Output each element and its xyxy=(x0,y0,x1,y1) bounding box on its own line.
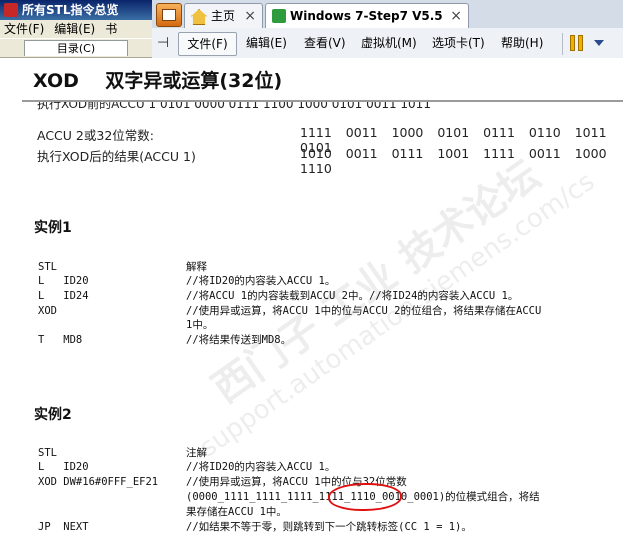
row-label: ACCU 2或32位常数: xyxy=(37,128,154,143)
help-menu-file[interactable]: 文件(F) xyxy=(4,22,44,36)
code-line: STL 解释 xyxy=(38,261,207,273)
menu-file[interactable]: 文件(F) xyxy=(178,32,237,56)
home-icon xyxy=(191,9,207,25)
code-line: L ID20//将ID20的内容装入ACCU 1。 xyxy=(38,275,336,287)
menu-help[interactable]: 帮助(H) xyxy=(501,34,543,52)
code-line: L ID24//将ACCU 1的内容装载到ACCU 2中。//将ID24的内容装… xyxy=(38,290,519,302)
code-line: XOD DW#16#0FFF_EF21//使用异或运算，将ACCU 1中的位与3… xyxy=(38,476,407,488)
accu1-before-row: 执行XOD前的ACCU 1 0101 0000 0111 1100 1000 0… xyxy=(37,102,431,111)
tab-contents[interactable]: 目录(C) xyxy=(24,40,128,56)
row-bits: 1010 0011 0111 1001 1111 0011 1000 1110 xyxy=(300,146,607,176)
menu-edit[interactable]: 编辑(E) xyxy=(246,34,287,52)
help-menu-edit[interactable]: 编辑(E) xyxy=(54,22,95,36)
help-book-icon xyxy=(4,3,18,17)
example1-heading: 实例1 xyxy=(34,220,72,236)
code-line: T MD8//将结果传送到MD8。 xyxy=(38,334,292,346)
close-icon[interactable]: × xyxy=(450,4,462,28)
toolbar-divider xyxy=(562,33,563,55)
vmware-library-icon[interactable] xyxy=(156,3,182,27)
code-line: XOD//使用异或运算，将ACCU 1中的位与ACCU 2的位组合，将结果存储在… xyxy=(38,305,542,317)
tab-home[interactable]: 主页 × xyxy=(184,3,263,28)
menu-tabs[interactable]: 选项卡(T) xyxy=(432,34,485,52)
close-icon[interactable]: × xyxy=(244,4,256,28)
code-line: 果存储在ACCU 1中。 xyxy=(186,506,287,518)
help-tab-strip: 目录(C) xyxy=(0,38,152,58)
pause-icon[interactable] xyxy=(570,35,584,51)
code-line: 1中。 xyxy=(186,319,214,331)
accu2-row: ACCU 2或32位常数: 1111 0011 1000 0101 0111 0… xyxy=(37,125,617,155)
help-menu-bookmark[interactable]: 书 xyxy=(105,22,117,36)
example2-heading: 实例2 xyxy=(34,407,72,423)
code-line: L ID20//将ID20的内容装入ACCU 1。 xyxy=(38,461,336,473)
chevron-down-icon[interactable] xyxy=(594,40,604,46)
vm-icon xyxy=(272,9,286,23)
help-window-title-bar: 所有STL指令总览 xyxy=(0,0,152,20)
menu-view[interactable]: 查看(V) xyxy=(304,34,346,52)
code-line: STL 注解 xyxy=(38,447,207,459)
page-title: XOD 双字异或运算(32位) xyxy=(33,70,283,92)
tab-home-label: 主页 xyxy=(211,9,236,23)
tab-vm[interactable]: Windows 7-Step7 V5.5 +... × xyxy=(265,3,469,47)
row-label: 执行XOD后的结果(ACCU 1) xyxy=(37,149,196,164)
help-menu-bar: 文件(F) 编辑(E) 书 xyxy=(0,20,152,38)
help-window-title: 所有STL指令总览 xyxy=(22,3,119,17)
code-line: JP NEXT//如结果不等于零，则跳转到下一个跳转标签(CC 1 = 1)。 xyxy=(38,521,472,533)
pin-icon[interactable]: ⊣ xyxy=(157,34,175,52)
red-annotation-circle xyxy=(328,483,402,511)
menu-vm[interactable]: 虚拟机(M) xyxy=(361,34,417,52)
result-row: 执行XOD后的结果(ACCU 1) 1010 0011 0111 1001 11… xyxy=(37,146,617,176)
code-line: (0000_1111_1111_1111_1111_1110_0010_0001… xyxy=(186,491,540,503)
